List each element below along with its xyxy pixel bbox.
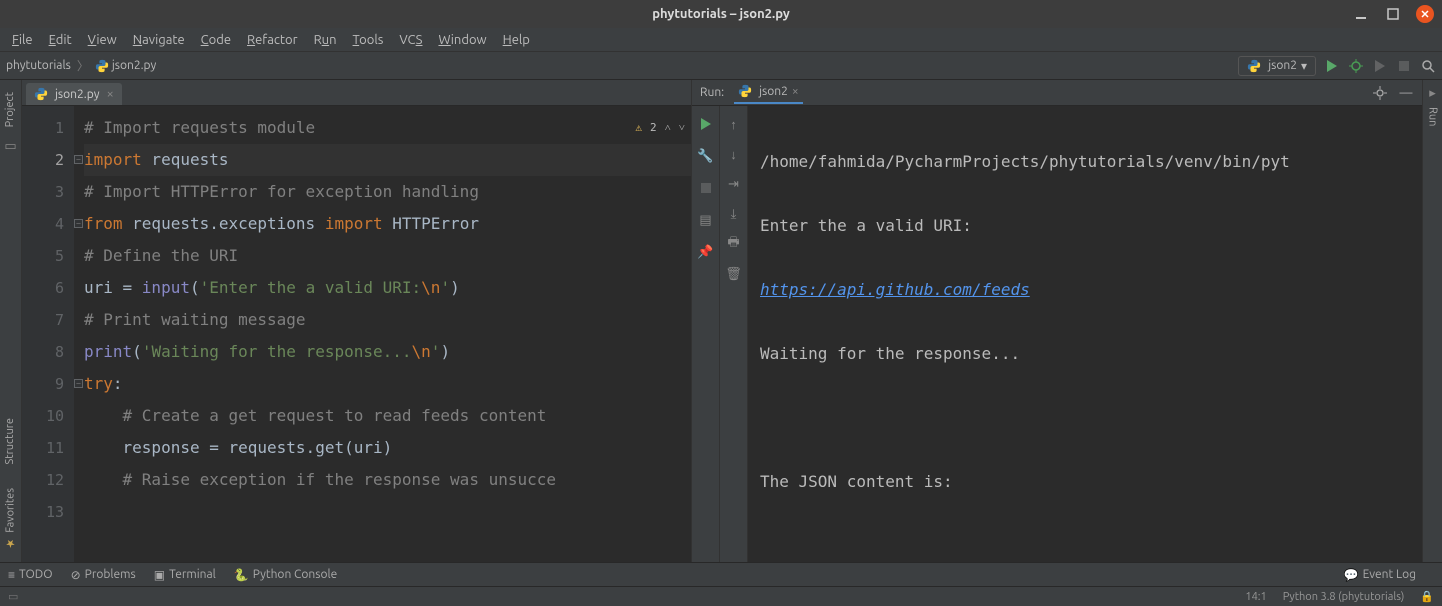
run-tab-json2[interactable]: json2 × xyxy=(734,81,803,104)
run-config-name: json2 xyxy=(1268,59,1297,72)
maximize-button[interactable] xyxy=(1384,5,1402,23)
menu-code[interactable]: Code xyxy=(195,31,237,49)
console-line: Waiting for the response... xyxy=(760,338,1418,370)
menu-run[interactable]: Run xyxy=(308,31,343,49)
favorites-tool-button[interactable]: ★ Favorites xyxy=(4,482,17,556)
debug-button[interactable] xyxy=(1348,58,1364,74)
wrench-icon[interactable]: 🔧 xyxy=(698,148,714,164)
python-icon xyxy=(1247,59,1261,73)
project-files-icon[interactable]: ▭ xyxy=(4,139,16,154)
menu-view[interactable]: View xyxy=(82,31,123,49)
caret-position[interactable]: 14:1 xyxy=(1245,591,1266,603)
terminal-tool-button[interactable]: ▣Terminal xyxy=(154,568,216,582)
terminal-icon: ▣ xyxy=(154,568,165,582)
editor-tabs: json2.py × xyxy=(22,80,691,106)
structure-tool-button[interactable]: Structure xyxy=(4,412,16,471)
up-arrow-icon[interactable]: ↑ xyxy=(726,116,742,132)
fold-marker-icon[interactable]: – xyxy=(74,379,83,388)
tab-label: json2.py xyxy=(55,88,100,101)
clear-icon[interactable]: 🗑 xyxy=(726,266,742,282)
console-line: /home/fahmida/PycharmProjects/phytutoria… xyxy=(760,146,1418,178)
run-toolbar-primary: 🔧 ▤ 📌 xyxy=(692,106,720,562)
expand-icon[interactable]: ▸ xyxy=(1429,86,1436,101)
menu-bar: File Edit View Navigate Code Refactor Ru… xyxy=(0,28,1442,52)
menu-edit[interactable]: Edit xyxy=(43,31,78,49)
menu-tools[interactable]: Tools xyxy=(347,31,390,49)
menu-vcs[interactable]: VCS xyxy=(393,31,428,49)
status-bar: ▭ 14:1 Python 3.8 (phytutorials) 🔒 xyxy=(0,586,1442,606)
console-line xyxy=(760,530,1418,562)
warning-icon: ⊘ xyxy=(71,568,81,582)
status-indicator-icon[interactable]: ▭ xyxy=(8,590,18,603)
minimize-button[interactable] xyxy=(1352,5,1370,23)
menu-navigate[interactable]: Navigate xyxy=(127,31,191,49)
close-run-tab-icon[interactable]: × xyxy=(792,85,799,98)
breadcrumb[interactable]: phytutorials 〉 json2.py xyxy=(6,57,156,74)
console-line: https://api.github.com/feeds xyxy=(760,274,1418,306)
search-everywhere-button[interactable] xyxy=(1420,58,1436,74)
down-arrow-icon[interactable]: ↓ xyxy=(726,146,742,162)
python-file-icon xyxy=(95,59,109,73)
run-tool-window: Run: json2 × — 🔧 ▤ xyxy=(692,80,1422,562)
python-file-icon xyxy=(34,87,48,101)
editor-tab-json2[interactable]: json2.py × xyxy=(26,83,122,105)
window-titlebar: phytutorials – json2.py xyxy=(0,0,1442,28)
project-tool-button[interactable]: Project xyxy=(4,86,16,133)
pin-icon[interactable]: 📌 xyxy=(698,244,714,260)
problems-tool-button[interactable]: ⊘Problems xyxy=(71,568,136,582)
menu-help[interactable]: Help xyxy=(497,31,536,49)
python-console-icon: 🐍 xyxy=(234,568,249,582)
fold-marker-icon[interactable]: – xyxy=(74,219,83,228)
run-with-coverage-button[interactable] xyxy=(1372,58,1388,74)
run-tab-label: json2 xyxy=(759,85,788,98)
right-tool-stripe: ▸ Run xyxy=(1422,80,1442,562)
bottom-tool-stripe: ≡TODO ⊘Problems ▣Terminal 🐍Python Consol… xyxy=(0,562,1442,586)
console-line: Enter the a valid URI: xyxy=(760,210,1418,242)
scroll-to-end-icon[interactable]: ⤓ xyxy=(726,206,742,222)
close-tab-icon[interactable]: × xyxy=(107,87,114,101)
left-tool-stripe: Project ▭ Structure ★ Favorites xyxy=(0,80,22,562)
settings-icon[interactable] xyxy=(1372,85,1388,101)
console-output[interactable]: /home/fahmida/PycharmProjects/phytutoria… xyxy=(748,106,1422,562)
code-editor[interactable]: ⚠2 ˄˅ # Import requests module –import r… xyxy=(74,106,691,562)
event-log-button[interactable]: 💬Event Log xyxy=(1344,568,1416,582)
run-label: Run: xyxy=(700,86,724,99)
hide-button[interactable]: — xyxy=(1398,85,1414,101)
soft-wrap-icon[interactable]: ⇥ xyxy=(726,176,742,192)
breadcrumb-file[interactable]: json2.py xyxy=(95,59,157,73)
python-console-tool-button[interactable]: 🐍Python Console xyxy=(234,568,337,582)
rerun-button[interactable] xyxy=(698,116,714,132)
interpreter-label[interactable]: Python 3.8 (phytutorials) xyxy=(1283,591,1405,603)
run-config-selector[interactable]: json2 ▾ xyxy=(1238,56,1316,76)
layout-icon[interactable]: ▤ xyxy=(698,212,714,228)
menu-file[interactable]: File xyxy=(6,31,39,49)
stop-button[interactable] xyxy=(1396,58,1412,74)
speech-bubble-icon: 💬 xyxy=(1344,568,1359,582)
line-number-gutter: 12345678910111213 xyxy=(22,106,74,562)
stop-process-button[interactable] xyxy=(698,180,714,196)
close-button[interactable] xyxy=(1416,5,1434,23)
fold-marker-icon[interactable]: – xyxy=(74,155,83,164)
python-icon xyxy=(738,84,752,98)
console-line xyxy=(760,402,1418,434)
print-icon[interactable]: 🖶 xyxy=(726,236,742,252)
menu-window[interactable]: Window xyxy=(432,31,492,49)
lock-icon[interactable]: 🔒 xyxy=(1420,590,1434,603)
dropdown-arrow-icon: ▾ xyxy=(1301,59,1307,73)
run-button[interactable] xyxy=(1324,58,1340,74)
editor-panel: json2.py × 12345678910111213 ⚠2 ˄˅ # Imp… xyxy=(22,80,692,562)
run-stripe-button[interactable]: Run xyxy=(1427,107,1439,126)
breadcrumb-separator: 〉 xyxy=(77,57,89,74)
menu-refactor[interactable]: Refactor xyxy=(241,31,304,49)
breadcrumb-project[interactable]: phytutorials xyxy=(6,59,71,72)
window-title: phytutorials – json2.py xyxy=(652,7,790,21)
console-link[interactable]: https://api.github.com/feeds xyxy=(760,280,1030,299)
todo-tool-button[interactable]: ≡TODO xyxy=(8,568,53,582)
list-icon: ≡ xyxy=(8,568,15,582)
console-line: The JSON content is: xyxy=(760,466,1418,498)
run-toolbar-secondary: ↑ ↓ ⇥ ⤓ 🖶 🗑 xyxy=(720,106,748,562)
navigation-bar: phytutorials 〉 json2.py json2 ▾ xyxy=(0,52,1442,80)
